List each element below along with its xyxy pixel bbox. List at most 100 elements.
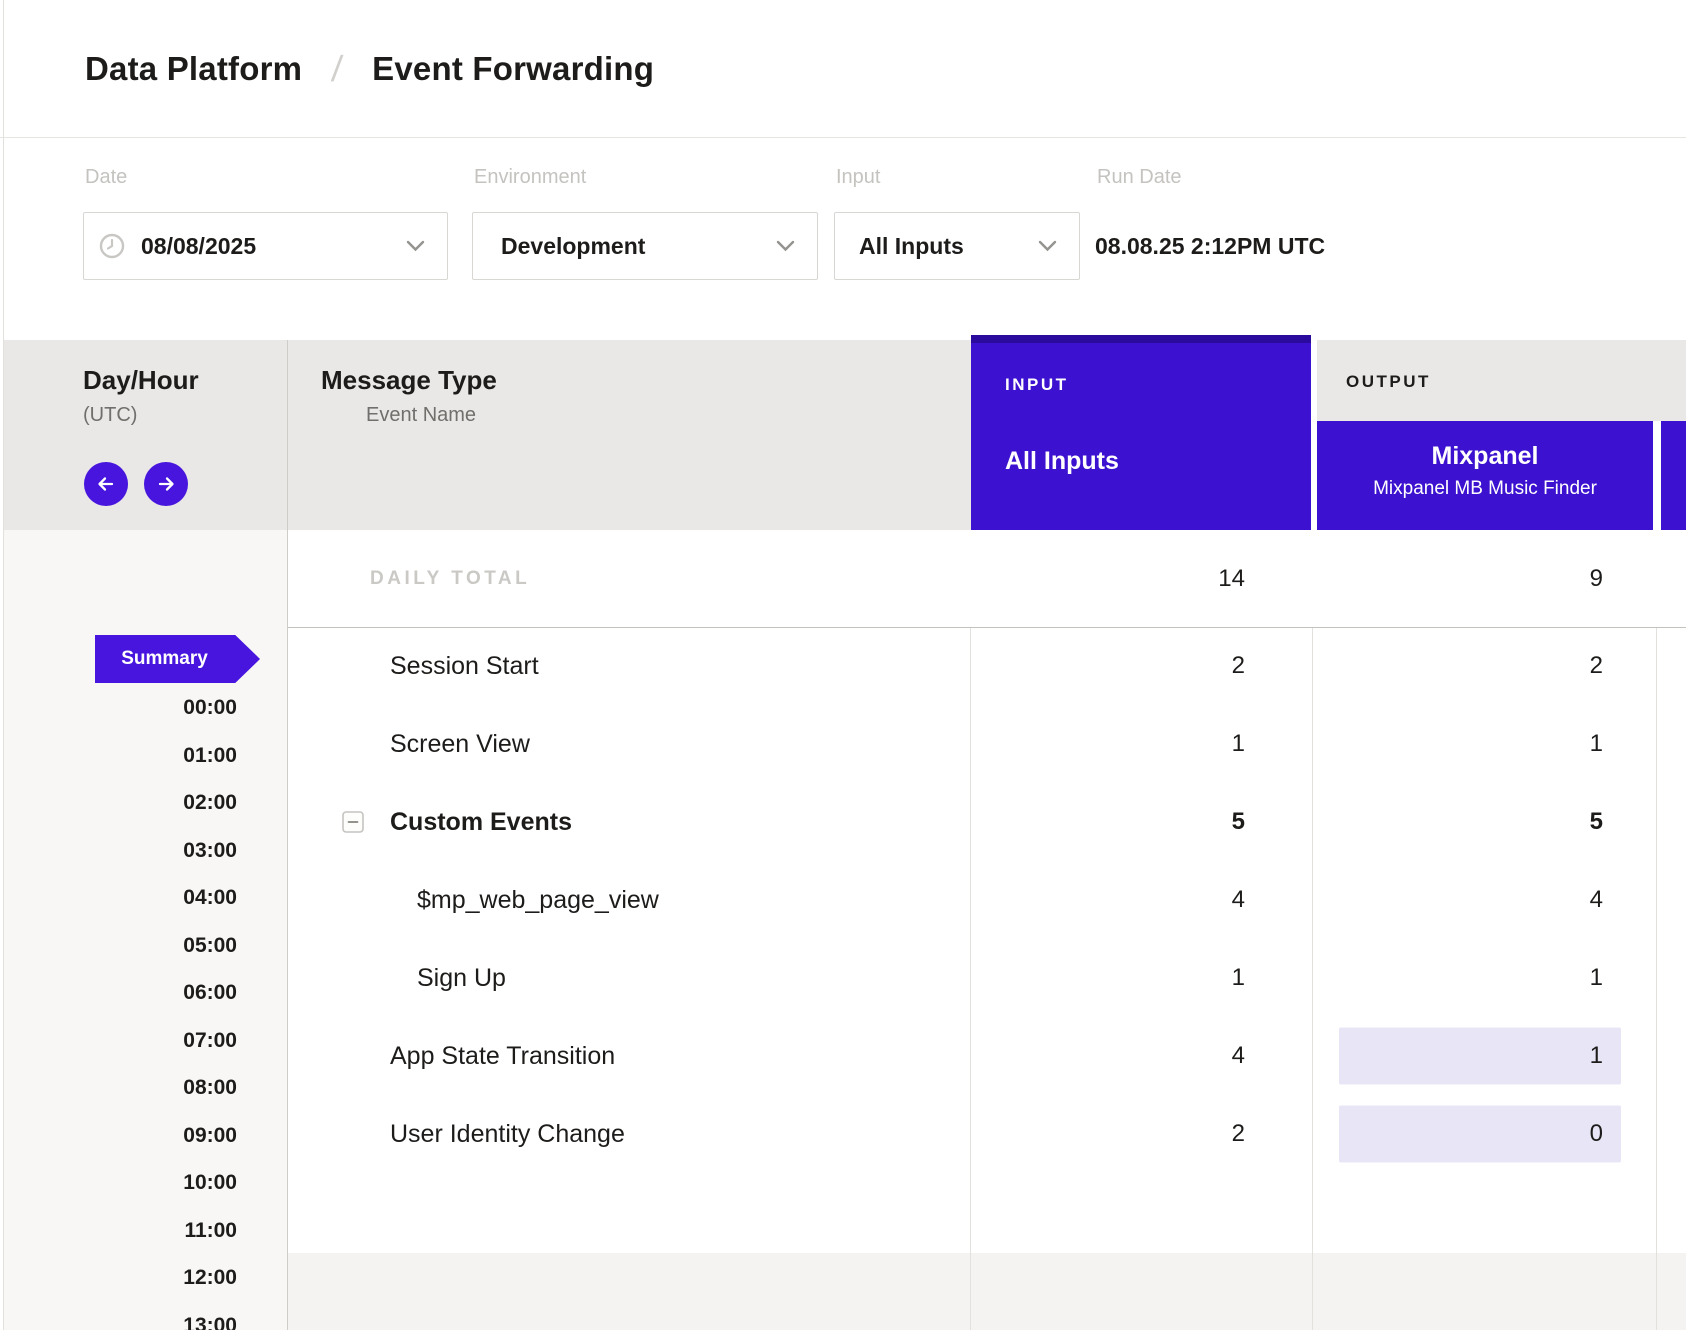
hour-row-label[interactable]: 09:00 — [4, 1112, 287, 1160]
date-value: 08/08/2025 — [141, 233, 256, 260]
hour-row-label[interactable]: 08:00 — [4, 1064, 287, 1112]
output-column-title: Mixpanel — [1317, 442, 1653, 471]
output-count-cell: 2 — [1313, 627, 1657, 705]
output-column-header[interactable]: Mixpanel Mixpanel MB Music Finder — [1317, 421, 1653, 530]
run-date-label: Run Date — [1097, 166, 1182, 189]
event-forwarding-page: Data Platform / Event Forwarding Date 08… — [0, 0, 1686, 1330]
event-name-label: App State Transition — [390, 1042, 615, 1071]
table-row: App State Transition 4 1 — [288, 1017, 1686, 1095]
day-hour-title: Day/Hour — [83, 365, 199, 396]
collapse-toggle-icon[interactable] — [342, 811, 364, 833]
hour-list: 00:00 01:00 02:00 03:00 04:00 05:00 06:0… — [4, 684, 287, 1330]
event-name-cell: Custom Events — [288, 783, 971, 861]
input-dropdown[interactable]: All Inputs — [834, 212, 1080, 280]
message-type-title: Message Type — [321, 365, 497, 396]
input-count-cell: 1 — [971, 705, 1313, 783]
hour-row-label[interactable]: 04:00 — [4, 874, 287, 922]
input-column-accent-strip — [971, 335, 1311, 343]
input-column-header[interactable]: INPUT All Inputs — [971, 335, 1311, 530]
table-row: $mp_web_page_view 4 4 — [288, 861, 1686, 939]
column-seam — [1653, 421, 1661, 530]
event-name-label: Custom Events — [390, 808, 572, 837]
environment-filter-label: Environment — [474, 166, 586, 189]
daily-total-label: DAILY TOTAL — [288, 530, 971, 627]
day-hour-header: Day/Hour (UTC) — [83, 365, 199, 427]
output-count-cell: 1 — [1313, 705, 1657, 783]
table-row: Session Start 2 2 — [288, 627, 1686, 705]
summary-row-tag[interactable]: Summary — [95, 635, 260, 683]
output-count-cell: 4 — [1313, 861, 1657, 939]
input-section-label: INPUT — [1005, 375, 1069, 395]
output-count-cell: 1 — [1313, 1017, 1657, 1095]
hour-row-label[interactable]: 06:00 — [4, 969, 287, 1017]
breadcrumb-section[interactable]: Data Platform — [85, 50, 302, 88]
chevron-down-icon — [406, 240, 425, 252]
environment-dropdown[interactable]: Development — [472, 212, 818, 280]
event-name-cell: Session Start — [288, 627, 971, 705]
event-name-label: Session Start — [390, 652, 539, 681]
input-count-cell: 2 — [971, 1095, 1313, 1173]
output-count-cell: 5 — [1313, 783, 1657, 861]
breadcrumb: Data Platform / Event Forwarding — [0, 0, 1686, 138]
previous-day-button[interactable] — [84, 462, 128, 506]
hour-row-label[interactable]: 02:00 — [4, 779, 287, 827]
daily-total-row: DAILY TOTAL 14 9 — [288, 530, 1686, 628]
event-name-label: User Identity Change — [390, 1120, 625, 1149]
output-section-label: OUTPUT — [1346, 372, 1431, 392]
table-row: Custom Events 5 5 — [288, 783, 1686, 861]
event-name-cell: $mp_web_page_view — [288, 861, 971, 939]
page-title: Event Forwarding — [372, 50, 654, 88]
hour-row-label[interactable]: 10:00 — [4, 1159, 287, 1207]
breadcrumb-separator: / — [330, 48, 344, 90]
output-highlight — [1339, 1106, 1621, 1163]
chevron-down-icon — [1038, 240, 1057, 252]
arrow-right-icon — [155, 473, 177, 495]
message-type-header: Message Type Event Name — [321, 365, 497, 427]
output-highlight — [1339, 1028, 1621, 1085]
event-name-label: Sign Up — [417, 964, 506, 993]
input-count-cell: 2 — [971, 627, 1313, 705]
hour-row-label[interactable]: 03:00 — [4, 827, 287, 875]
daily-total-input-count: 14 — [1218, 565, 1245, 593]
run-date-value: 08.08.25 2:12PM UTC — [1095, 233, 1325, 260]
next-day-button[interactable] — [144, 462, 188, 506]
output-count-cell: 1 — [1313, 939, 1657, 1017]
input-count-cell: 1 — [971, 939, 1313, 1017]
hour-row-label[interactable]: 07:00 — [4, 1017, 287, 1065]
arrow-left-icon — [95, 473, 117, 495]
output-column-subtitle: Mixpanel MB Music Finder — [1317, 478, 1653, 500]
clock-icon — [98, 232, 126, 260]
event-name-cell: User Identity Change — [288, 1095, 971, 1173]
day-hour-subtitle: (UTC) — [83, 404, 199, 427]
event-name-cell: App State Transition — [288, 1017, 971, 1095]
event-name-cell: Screen View — [288, 705, 971, 783]
date-filter-label: Date — [85, 166, 127, 189]
input-count-cell: 4 — [971, 861, 1313, 939]
event-name-cell: Sign Up — [288, 939, 971, 1017]
hour-row-label[interactable]: 11:00 — [4, 1207, 287, 1255]
chevron-down-icon — [776, 240, 795, 252]
input-filter-label: Input — [836, 166, 880, 189]
table-row: User Identity Change 2 0 — [288, 1095, 1686, 1173]
hour-row-label[interactable]: 00:00 — [4, 684, 287, 732]
table-row: Sign Up 1 1 — [288, 939, 1686, 1017]
event-rows: Session Start 2 2 Screen View 1 1 Custom… — [288, 627, 1686, 1173]
next-output-column-header[interactable] — [1661, 421, 1686, 530]
daily-total-output-count: 9 — [1590, 565, 1603, 593]
input-value: All Inputs — [859, 233, 964, 260]
input-count-cell: 4 — [971, 1017, 1313, 1095]
message-type-subtitle: Event Name — [366, 404, 497, 427]
hour-row-label[interactable]: 12:00 — [4, 1254, 287, 1302]
event-name-label: $mp_web_page_view — [417, 886, 659, 915]
hour-row-label[interactable]: 05:00 — [4, 922, 287, 970]
input-column-title: All Inputs — [1005, 447, 1119, 476]
date-dropdown[interactable]: 08/08/2025 — [83, 212, 448, 280]
table-row: Screen View 1 1 — [288, 705, 1686, 783]
output-count-cell: 0 — [1313, 1095, 1657, 1173]
event-name-label: Screen View — [390, 730, 530, 759]
hour-row-label[interactable]: 13:00 — [4, 1302, 287, 1330]
environment-value: Development — [501, 233, 645, 260]
input-count-cell: 5 — [971, 783, 1313, 861]
table-footer-band — [288, 1253, 1686, 1330]
hour-row-label[interactable]: 01:00 — [4, 732, 287, 780]
